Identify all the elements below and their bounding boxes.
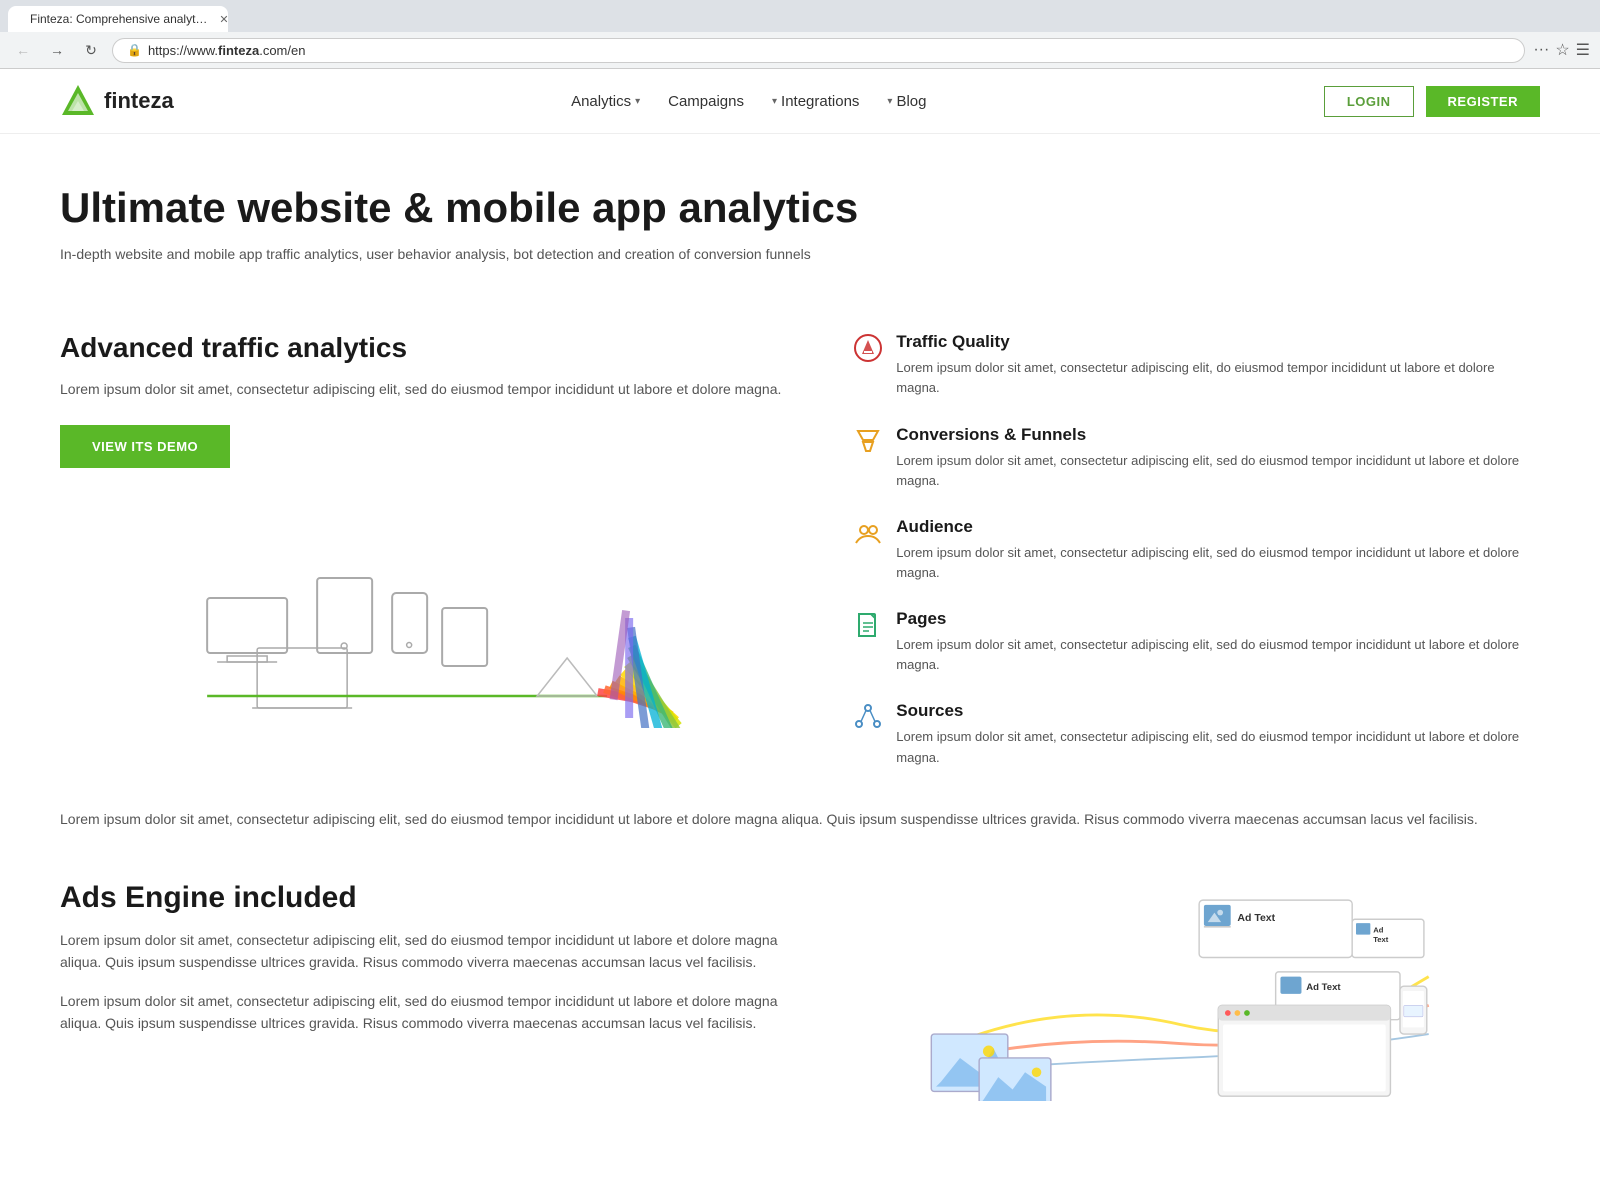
paragraph-text: Lorem ipsum dolor sit amet, consectetur … <box>60 808 1540 831</box>
feature-traffic-quality: Traffic Quality Lorem ipsum dolor sit am… <box>854 332 1540 398</box>
bookmark-icon[interactable]: ☆ <box>1555 40 1569 60</box>
feature-list: Traffic Quality Lorem ipsum dolor sit am… <box>854 332 1540 767</box>
ads-left: Ads Engine included Lorem ipsum dolor si… <box>60 881 780 1105</box>
traffic-heading: Advanced traffic analytics <box>60 332 814 364</box>
analytics-illustration <box>60 518 814 738</box>
tab-title: Finteza: Comprehensive analyt… <box>30 12 207 26</box>
header-actions: LOGIN REGISTER <box>1324 86 1540 117</box>
svg-text:Text: Text <box>1373 935 1389 944</box>
audience-icon <box>854 519 882 547</box>
logo-area: finteza <box>60 83 174 119</box>
audience-desc: Lorem ipsum dolor sit amet, consectetur … <box>896 543 1540 583</box>
site-wrapper: finteza Analytics ▾ Campaigns ▾ Integrat… <box>0 69 1600 1145</box>
sources-title: Sources <box>896 701 1540 721</box>
sources-desc: Lorem ipsum dolor sit amet, consectetur … <box>896 727 1540 767</box>
prism-svg <box>60 518 814 728</box>
tab-close-button[interactable]: ✕ <box>219 13 228 26</box>
url-brand: finteza <box>218 43 259 58</box>
pages-title: Pages <box>896 609 1540 629</box>
feature-sources-content: Sources Lorem ipsum dolor sit amet, cons… <box>896 701 1540 767</box>
feature-pages: Pages Lorem ipsum dolor sit amet, consec… <box>854 609 1540 675</box>
traffic-quality-title: Traffic Quality <box>896 332 1540 352</box>
hero-title: Ultimate website & mobile app analytics <box>60 184 1540 232</box>
traffic-quality-desc: Lorem ipsum dolor sit amet, consectetur … <box>896 358 1540 398</box>
hero-section: Ultimate website & mobile app analytics … <box>0 134 1600 332</box>
nav-integrations-label: Integrations <box>781 93 859 110</box>
demo-button[interactable]: VIEW ITS DEMO <box>60 425 230 468</box>
svg-text:Ad Text: Ad Text <box>1306 982 1341 993</box>
address-bar-row: ← → ↻ 🔒 https://www.finteza.com/en ··· ☆… <box>0 32 1600 68</box>
ads-heading: Ads Engine included <box>60 881 780 915</box>
nav-blog-label: Blog <box>896 93 926 110</box>
register-button[interactable]: REGISTER <box>1426 86 1540 117</box>
reload-button[interactable]: ↻ <box>78 37 104 63</box>
site-header: finteza Analytics ▾ Campaigns ▾ Integrat… <box>0 69 1600 134</box>
integrations-chevron-icon: ▾ <box>772 96 777 107</box>
analytics-chevron-icon: ▾ <box>635 96 640 107</box>
ads-body2: Lorem ipsum dolor sit amet, consectetur … <box>60 990 780 1035</box>
nav-item-blog[interactable]: ▾ Blog <box>887 93 926 110</box>
features-col: Traffic Quality Lorem ipsum dolor sit am… <box>854 332 1540 767</box>
pages-icon <box>854 611 882 639</box>
ads-right: Ad Text Ad Text Ad Text <box>820 881 1540 1105</box>
ads-body1: Lorem ipsum dolor sit amet, consectetur … <box>60 929 780 974</box>
feature-traffic-quality-content: Traffic Quality Lorem ipsum dolor sit am… <box>896 332 1540 398</box>
nav-analytics-label: Analytics <box>571 93 631 110</box>
browser-actions: ··· ☆ ☰ <box>1533 40 1590 60</box>
feature-conversions: Conversions & Funnels Lorem ipsum dolor … <box>854 425 1540 491</box>
tab-bar: Finteza: Comprehensive analyt… ✕ <box>0 0 1600 32</box>
sources-icon <box>854 703 882 731</box>
ads-section: Ads Engine included Lorem ipsum dolor si… <box>0 871 1600 1145</box>
back-button[interactable]: ← <box>10 37 36 63</box>
finteza-logo-icon <box>60 83 96 119</box>
feature-conversions-content: Conversions & Funnels Lorem ipsum dolor … <box>896 425 1540 491</box>
menu-icon[interactable]: ☰ <box>1576 40 1590 60</box>
conversions-title: Conversions & Funnels <box>896 425 1540 445</box>
feature-sources: Sources Lorem ipsum dolor sit amet, cons… <box>854 701 1540 767</box>
url-domain: .com/en <box>259 43 305 58</box>
hero-subtitle: In-depth website and mobile app traffic … <box>60 246 1540 262</box>
traffic-quality-icon <box>854 334 882 362</box>
nav-item-integrations[interactable]: ▾ Integrations <box>772 93 859 110</box>
nav-campaigns-label: Campaigns <box>668 93 744 110</box>
nav-item-campaigns[interactable]: Campaigns <box>668 93 744 110</box>
forward-button[interactable]: → <box>44 37 70 63</box>
feature-audience: Audience Lorem ipsum dolor sit amet, con… <box>854 517 1540 583</box>
conversions-desc: Lorem ipsum dolor sit amet, consectetur … <box>896 451 1540 491</box>
svg-text:Ad: Ad <box>1373 925 1384 934</box>
traffic-body: Lorem ipsum dolor sit amet, consectetur … <box>60 378 814 400</box>
paragraph-section: Lorem ipsum dolor sit amet, consectetur … <box>0 768 1600 871</box>
conversions-icon <box>854 427 882 455</box>
url-text: https://www.finteza.com/en <box>148 43 306 58</box>
lock-icon: 🔒 <box>127 43 142 57</box>
blog-chevron-icon: ▾ <box>887 96 892 107</box>
two-column-section: Advanced traffic analytics Lorem ipsum d… <box>0 332 1600 767</box>
site-nav: Analytics ▾ Campaigns ▾ Integrations ▾ B… <box>571 93 926 110</box>
login-button[interactable]: LOGIN <box>1324 86 1414 117</box>
url-prefix: https://www. <box>148 43 218 58</box>
traffic-col: Advanced traffic analytics Lorem ipsum d… <box>60 332 814 767</box>
logo-text[interactable]: finteza <box>104 88 174 114</box>
feature-audience-content: Audience Lorem ipsum dolor sit amet, con… <box>896 517 1540 583</box>
browser-chrome: Finteza: Comprehensive analyt… ✕ ← → ↻ 🔒… <box>0 0 1600 69</box>
feature-pages-content: Pages Lorem ipsum dolor sit amet, consec… <box>896 609 1540 675</box>
active-tab[interactable]: Finteza: Comprehensive analyt… ✕ <box>8 6 228 32</box>
ads-illustration-svg: Ad Text Ad Text Ad Text <box>820 881 1540 1101</box>
more-options-icon[interactable]: ··· <box>1533 41 1549 59</box>
svg-text:Ad Text: Ad Text <box>1237 912 1275 924</box>
audience-title: Audience <box>896 517 1540 537</box>
pages-desc: Lorem ipsum dolor sit amet, consectetur … <box>896 635 1540 675</box>
address-bar[interactable]: 🔒 https://www.finteza.com/en <box>112 38 1525 63</box>
nav-item-analytics[interactable]: Analytics ▾ <box>571 93 640 110</box>
